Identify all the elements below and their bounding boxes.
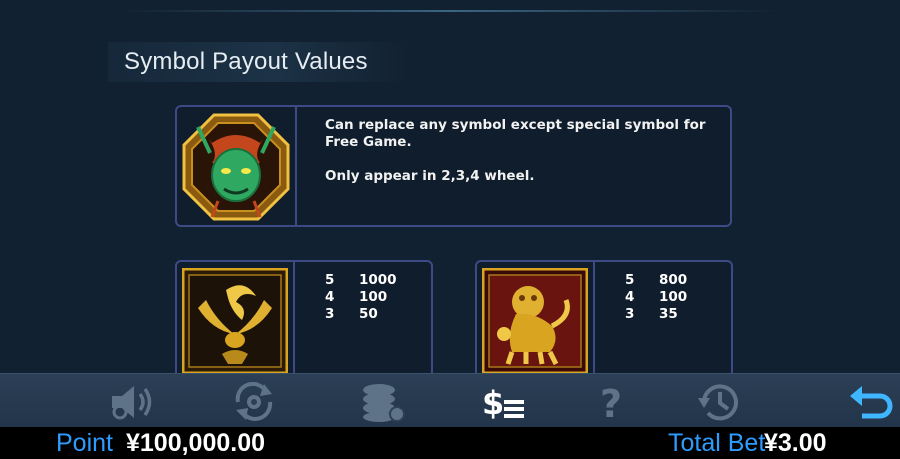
pay-row: 4 100 [325,289,397,306]
phoenix-symbol-thumb [177,262,295,388]
lion-pay-table: 5 800 4 100 3 35 [625,272,687,323]
pay-value: 50 [359,306,378,322]
pay-value: 1000 [359,272,397,288]
sound-icon [112,386,152,420]
pay-value: 100 [359,289,388,305]
pay-count: 3 [325,306,335,322]
help-icon: ? [600,382,622,422]
dragon-wild-icon [182,113,290,221]
wild-description-line1: Can replace any symbol except special sy… [325,117,706,150]
lion-symbol-thumb [477,262,595,388]
golden-phoenix-icon [182,268,288,374]
pay-count: 4 [325,289,335,305]
autoplay-icon [235,382,273,421]
bet-chips-button[interactable] [355,380,409,424]
wild-description: Can replace any symbol except special sy… [325,117,725,202]
lion-symbol-card: 5 800 4 100 3 35 [475,260,733,390]
pay-count: 4 [625,289,635,305]
pay-row: 3 50 [325,306,397,323]
total-bet-label: Total Bet [668,429,766,457]
history-button[interactable] [692,380,746,424]
autoplay-button[interactable] [228,380,282,424]
point-value: ¥100,000.00 [126,429,266,457]
svg-text:?: ? [600,382,622,422]
wild-symbol-thumb [177,107,297,225]
chips-icon [363,384,405,422]
bottom-toolbar: $ ? [0,373,900,428]
paytable-button[interactable]: $ [478,380,532,424]
pay-count: 5 [625,272,635,288]
pay-row: 5 1000 [325,272,397,289]
wild-description-line2: Only appear in 2,3,4 wheel. [325,168,535,184]
phoenix-pay-table: 5 1000 4 100 3 50 [325,272,397,323]
phoenix-symbol-card: 5 1000 4 100 3 50 [175,260,433,390]
pay-value: 800 [659,272,688,288]
top-divider [120,10,780,12]
help-button[interactable]: ? [584,380,638,424]
pay-row: 3 35 [625,306,687,323]
point-label: Point [56,429,113,457]
pay-value: 100 [659,289,688,305]
history-icon [698,384,738,421]
pay-count: 3 [625,306,635,322]
wild-symbol-card: Can replace any symbol except special sy… [175,105,732,227]
section-title: Symbol Payout Values [124,48,368,75]
pay-value: 35 [659,306,678,322]
status-bar: Point ¥100,000.00 Total Bet ¥3.00 [0,427,900,459]
pay-row: 4 100 [625,289,687,306]
back-button[interactable] [844,380,898,424]
back-icon [850,386,893,419]
sound-button[interactable] [104,380,158,424]
section-header: Symbol Payout Values [108,42,408,82]
pay-row: 5 800 [625,272,687,289]
pay-count: 5 [325,272,335,288]
total-bet-value: ¥3.00 [764,429,827,457]
paytable-icon: $ [482,384,524,422]
golden-lion-icon [482,268,588,374]
svg-text:$: $ [482,384,504,422]
